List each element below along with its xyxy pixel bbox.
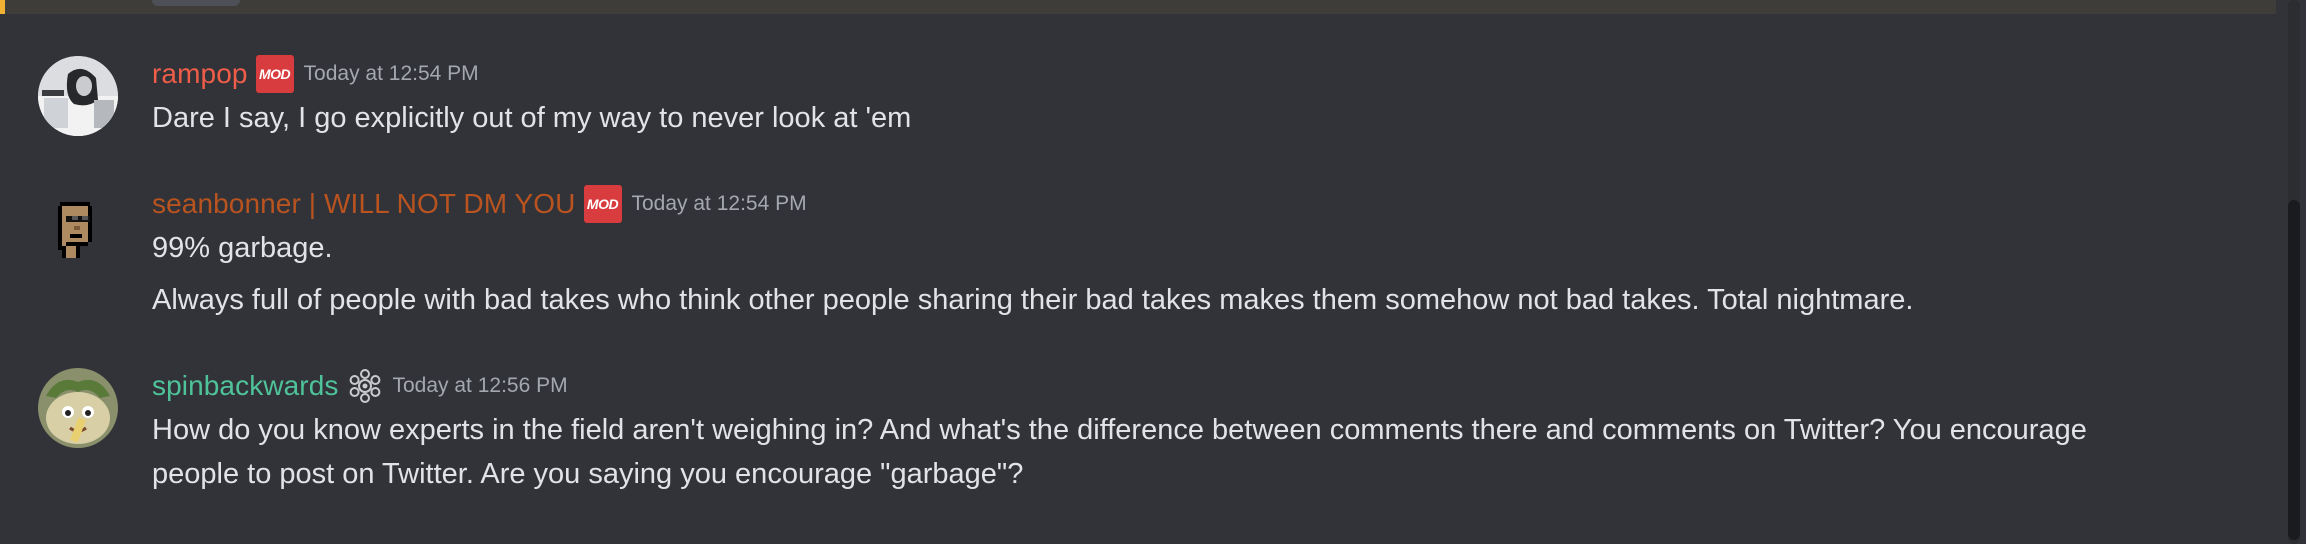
message-content: Dare I say, I go explicitly out of my wa… xyxy=(152,102,912,134)
mention-accent-bar xyxy=(0,0,5,14)
previous-message-highlight xyxy=(0,0,2276,14)
message-header: spinbackwards Today at 12:56 PM xyxy=(152,366,568,406)
gear-badge-icon xyxy=(347,368,383,404)
message-content: How do you know experts in the field are… xyxy=(152,414,2087,490)
chat-messages-panel: rampop MOD Today at 12:54 PM Dare I say,… xyxy=(0,0,2306,544)
message-header: rampop MOD Today at 12:54 PM xyxy=(152,54,479,94)
username[interactable]: spinbackwards xyxy=(152,370,339,402)
username[interactable]: seanbonner | WILL NOT DM YOU xyxy=(152,188,576,220)
message-content: 99% garbage. xyxy=(152,232,333,264)
mod-badge: MOD xyxy=(255,55,294,93)
mod-badge: MOD xyxy=(583,185,622,223)
username[interactable]: rampop xyxy=(152,58,248,90)
message-content: Always full of people with bad takes who… xyxy=(152,284,1914,316)
reaction-pill[interactable] xyxy=(152,0,240,6)
timestamp[interactable]: Today at 12:56 PM xyxy=(393,374,568,398)
timestamp[interactable]: Today at 12:54 PM xyxy=(304,62,479,86)
avatar[interactable] xyxy=(38,56,118,136)
message-header: seanbonner | WILL NOT DM YOU MOD Today a… xyxy=(152,184,807,224)
avatar[interactable] xyxy=(38,368,118,448)
timestamp[interactable]: Today at 12:54 PM xyxy=(632,192,807,216)
avatar[interactable] xyxy=(38,186,118,266)
scrollbar-thumb[interactable] xyxy=(2288,200,2300,540)
